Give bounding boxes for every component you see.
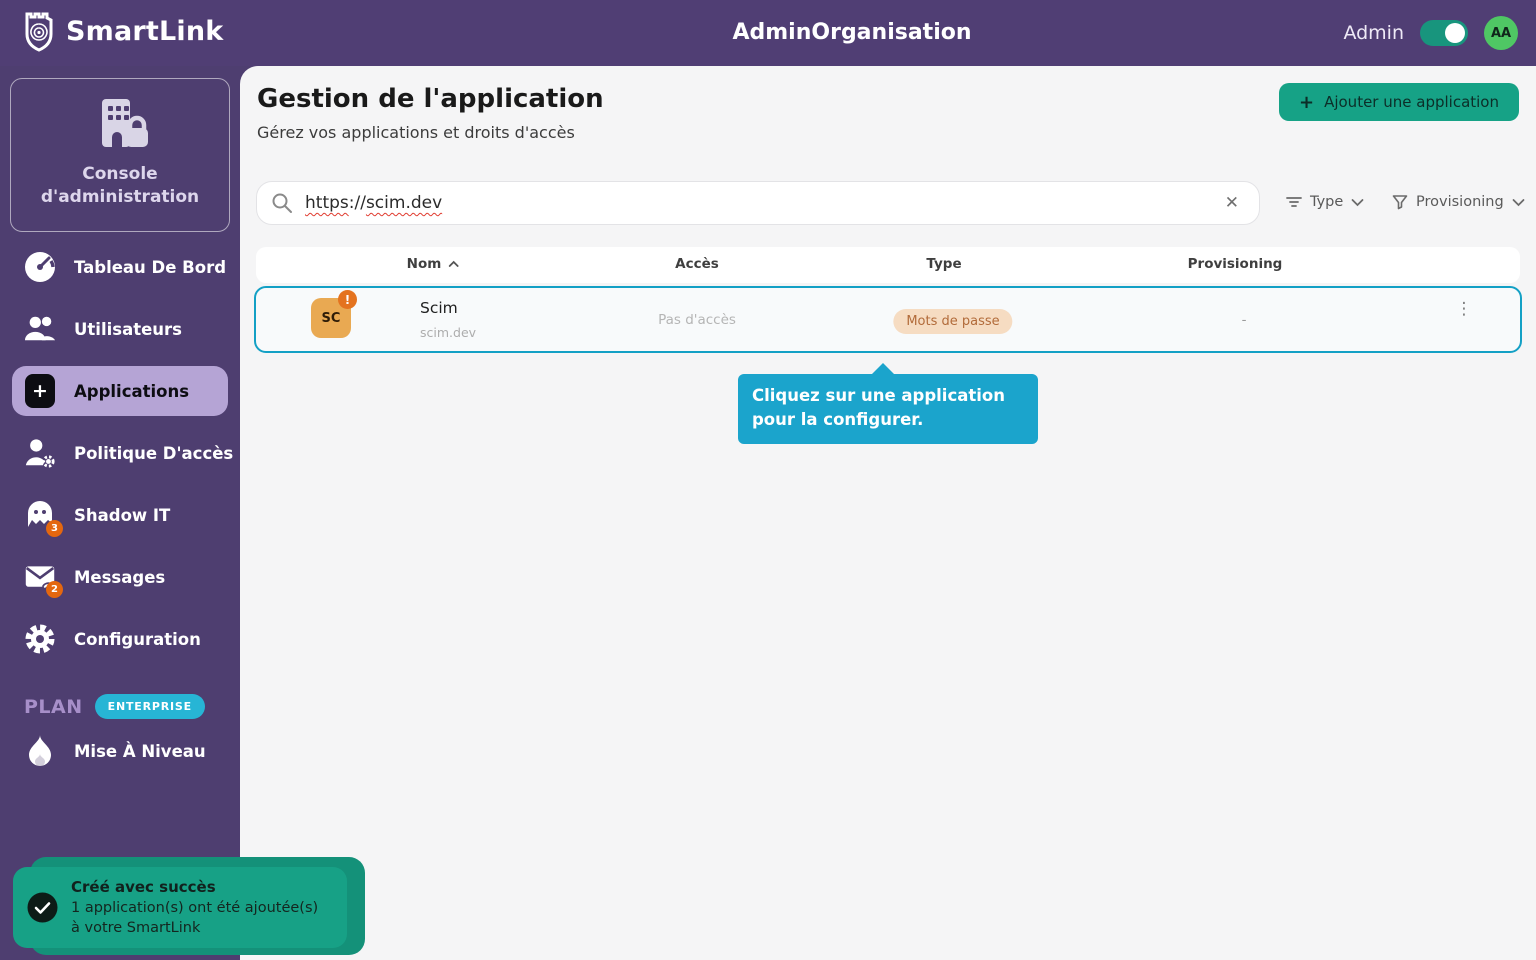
sidebar-item-messages[interactable]: 2 Messages (0, 546, 240, 608)
sidebar: Console d'administration Tableau De Bord (0, 66, 240, 960)
search-value: https://scim.dev (305, 193, 1219, 213)
search-icon (271, 192, 293, 214)
sidebar-item-label: Shadow IT (74, 506, 170, 525)
app-access: Pas d'accès (658, 312, 736, 328)
sidebar-item-label: Tableau De Bord (74, 258, 226, 277)
main-content: Gestion de l'application Gérez vos appli… (240, 66, 1536, 960)
page-title: Gestion de l'application (257, 84, 604, 114)
plan-enterprise-badge[interactable]: ENTERPRISE (95, 694, 205, 719)
table-row[interactable]: SC ! Scim scim.dev Pas d'accès Mots de p… (254, 286, 1522, 353)
avatar[interactable]: AA (1484, 16, 1518, 50)
plan-label: PLAN (24, 696, 83, 718)
topbar: SmartLink AdminOrganisation Admin AA (0, 0, 1536, 66)
provisioning-filter-label: Provisioning (1416, 194, 1504, 210)
alert-badge-icon: ! (338, 290, 357, 309)
brand[interactable]: SmartLink (22, 10, 223, 52)
sidebar-item-label: Utilisateurs (74, 320, 182, 339)
topbar-right: Admin AA (1343, 0, 1518, 66)
column-header-provisioning[interactable]: Provisioning (1188, 256, 1283, 272)
tooltip-arrow (871, 363, 895, 375)
ghost-icon: 3 (24, 499, 56, 531)
sidebar-item-label: Politique D'accès (74, 444, 233, 463)
sidebar-item-shadow-it[interactable]: 3 Shadow IT (0, 484, 240, 546)
sidebar-item-access-policy[interactable]: Politique D'accès (0, 422, 240, 484)
sort-ascending-icon (447, 260, 459, 268)
sidebar-item-configuration[interactable]: Configuration (0, 608, 240, 670)
plan-row: PLAN ENTERPRISE (24, 694, 205, 719)
console-card[interactable]: Console d'administration (10, 78, 230, 232)
add-application-label: Ajouter une application (1324, 93, 1499, 111)
gear-icon (24, 623, 56, 655)
sidebar-item-label: Messages (74, 568, 165, 587)
column-header-name[interactable]: Nom (407, 256, 460, 272)
shield-fingerprint-logo-icon (22, 10, 58, 52)
console-card-label: Console d'administration (11, 163, 229, 209)
sidebar-item-label: Configuration (74, 630, 201, 649)
toast-message: 1 application(s) ont été ajoutée(s) à vo… (71, 898, 331, 938)
users-icon (24, 314, 56, 344)
page: SmartLink AdminOrganisation Admin AA (0, 0, 1536, 960)
sidebar-item-applications[interactable]: + Applications (0, 360, 240, 422)
toggle-knob (1445, 23, 1465, 43)
admin-label: Admin (1343, 22, 1404, 44)
app-domain: scim.dev (420, 325, 476, 340)
upgrade-label: Mise À Niveau (74, 742, 206, 761)
building-lock-icon (11, 95, 229, 153)
shadow-it-badge: 3 (46, 520, 63, 537)
page-subtitle: Gérez vos applications et droits d'accès (257, 123, 575, 142)
mail-icon: 2 (24, 562, 56, 592)
type-filter-dropdown[interactable]: Type (1286, 184, 1364, 220)
dashboard-icon (24, 251, 56, 283)
sidebar-item-label: Applications (74, 382, 189, 401)
success-toast[interactable]: Créé avec succès 1 application(s) ont ét… (13, 867, 347, 948)
type-filter-label: Type (1310, 194, 1343, 210)
sidebar-item-users[interactable]: Utilisateurs (0, 298, 240, 360)
sidebar-nav: Tableau De Bord Utilisateurs + (0, 236, 240, 670)
applications-plus-icon: + (24, 374, 56, 408)
admin-mode-toggle[interactable] (1420, 20, 1468, 46)
provisioning-filter-dropdown[interactable]: Provisioning (1392, 184, 1525, 220)
column-header-access[interactable]: Accès (675, 256, 719, 272)
add-application-button[interactable]: + Ajouter une application (1279, 83, 1519, 121)
search-input[interactable]: https://scim.dev ✕ (256, 181, 1260, 225)
row-kebab-menu-icon[interactable]: ⋮ (1454, 304, 1474, 315)
toast-texts: Créé avec succès 1 application(s) ont ét… (71, 878, 333, 938)
tooltip-text: Cliquez sur une application pour la conf… (752, 386, 1005, 429)
funnel-icon (1392, 194, 1408, 210)
page-org-title: AdminOrganisation (732, 20, 971, 45)
clear-search-icon[interactable]: ✕ (1219, 189, 1245, 217)
toast-title: Créé avec succès (71, 878, 333, 896)
lines-filter-icon (1286, 195, 1302, 209)
column-header-type[interactable]: Type (926, 256, 961, 272)
type-badge: Mots de passe (893, 309, 1012, 334)
hint-tooltip: Cliquez sur une application pour la conf… (738, 374, 1038, 444)
table-header: Nom Accès Type Provisioning (256, 247, 1520, 283)
app-name: Scim (420, 299, 458, 317)
messages-badge: 2 (46, 581, 63, 598)
flame-icon (24, 734, 56, 768)
sidebar-item-upgrade[interactable]: Mise À Niveau (24, 734, 206, 768)
brand-name: SmartLink (66, 16, 223, 47)
app-provisioning: - (1242, 312, 1247, 328)
chevron-down-icon (1351, 198, 1364, 207)
chevron-down-icon (1512, 198, 1525, 207)
sidebar-item-dashboard[interactable]: Tableau De Bord (0, 236, 240, 298)
user-gear-icon (24, 437, 56, 469)
plus-icon: + (1299, 92, 1314, 113)
check-circle-icon (27, 892, 58, 923)
plus-glyph: + (32, 380, 48, 402)
